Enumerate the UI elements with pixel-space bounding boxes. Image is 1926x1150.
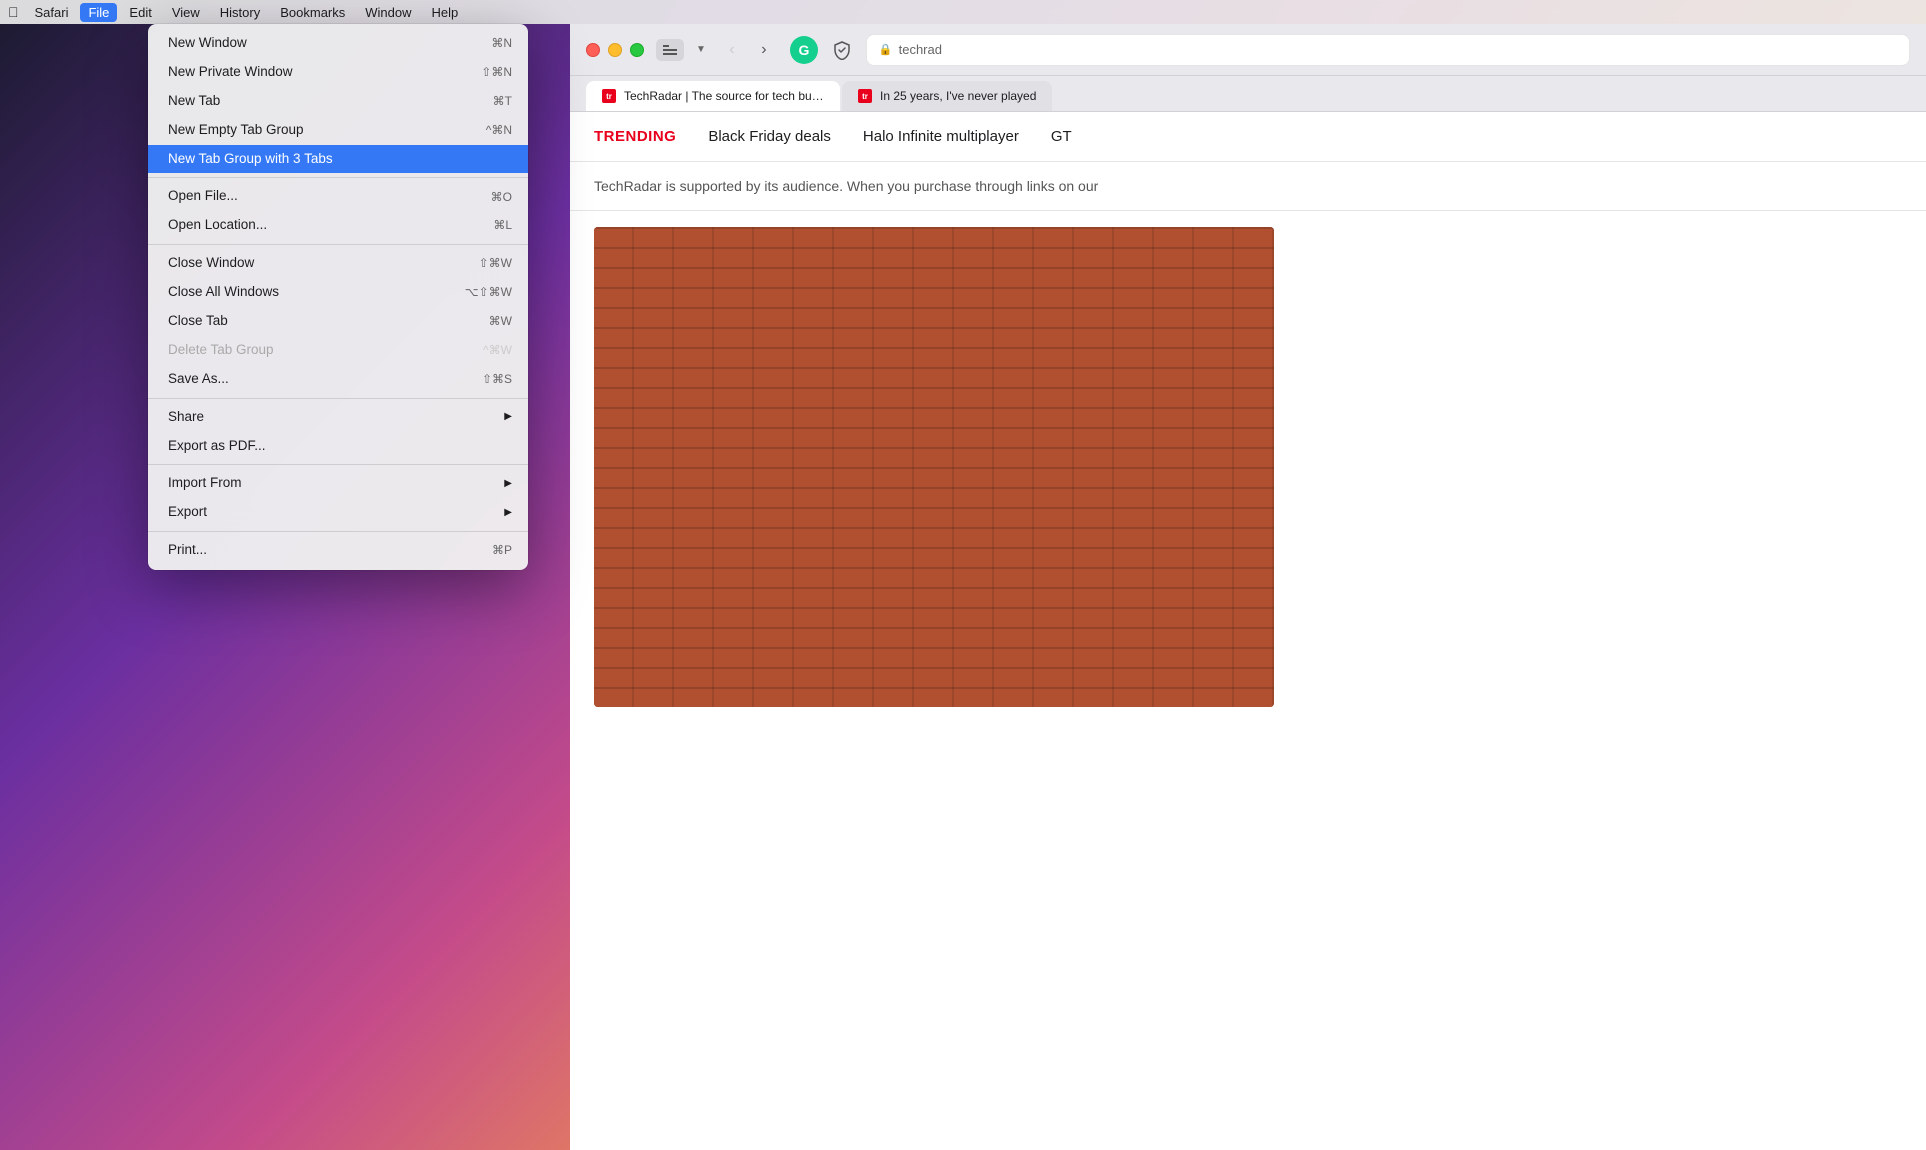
trending-label: TRENDING bbox=[594, 128, 676, 145]
trending-item-black-friday[interactable]: Black Friday deals bbox=[708, 128, 831, 145]
menu-item-export[interactable]: Export ▶ bbox=[148, 498, 528, 527]
menu-item-share[interactable]: Share ▶ bbox=[148, 403, 528, 432]
tab-label-2: In 25 years, I've never played bbox=[880, 89, 1036, 103]
back-button[interactable]: ‹ bbox=[718, 36, 746, 64]
tab-favicon-2: tr bbox=[858, 89, 872, 103]
menu-separator-5 bbox=[148, 531, 528, 532]
shield-icon[interactable] bbox=[830, 38, 854, 62]
minimize-button[interactable] bbox=[608, 43, 622, 57]
grammarly-icon[interactable]: G bbox=[790, 36, 818, 64]
history-menu[interactable]: History bbox=[212, 3, 268, 22]
address-text: techrad bbox=[899, 42, 942, 57]
tab-label-1: TechRadar | The source for tech buying a… bbox=[624, 89, 824, 103]
menu-item-new-empty-tab-group[interactable]: New Empty Tab Group ^⌘N bbox=[148, 116, 528, 145]
menu-item-save-as[interactable]: Save As... ⇧⌘S bbox=[148, 365, 528, 394]
menu-item-open-file[interactable]: Open File... ⌘O bbox=[148, 182, 528, 211]
safari-menu[interactable]: Safari bbox=[27, 3, 77, 22]
article-image-container bbox=[570, 211, 1926, 1150]
menu-item-delete-tab-group[interactable]: Delete Tab Group ^⌘W bbox=[148, 336, 528, 365]
forward-button[interactable]: › bbox=[750, 36, 778, 64]
window-menu[interactable]: Window bbox=[357, 3, 419, 22]
menu-bar:  Safari File Edit View History Bookmark… bbox=[0, 0, 1926, 24]
export-submenu-arrow: ▶ bbox=[504, 506, 512, 520]
help-menu[interactable]: Help bbox=[424, 3, 467, 22]
browser-toolbar: ▼ ‹ › G 🔒 techrad bbox=[570, 24, 1926, 76]
tab-group-chevron-icon[interactable]: ▼ bbox=[696, 44, 706, 55]
close-button[interactable] bbox=[586, 43, 600, 57]
trending-item-gt[interactable]: GT bbox=[1051, 128, 1072, 145]
menu-item-close-tab[interactable]: Close Tab ⌘W bbox=[148, 307, 528, 336]
sidebar-toggle-button[interactable] bbox=[656, 39, 684, 61]
file-menu[interactable]: File bbox=[80, 3, 117, 22]
trending-item-halo[interactable]: Halo Infinite multiplayer bbox=[863, 128, 1019, 145]
menu-item-new-tab-group-with-tabs[interactable]: New Tab Group with 3 Tabs bbox=[148, 145, 528, 174]
menu-item-close-all-windows[interactable]: Close All Windows ⌥⇧⌘W bbox=[148, 278, 528, 307]
sidebar-toggle-icon bbox=[663, 45, 677, 55]
file-dropdown-menu: New Window ⌘N New Private Window ⇧⌘N New… bbox=[148, 24, 528, 570]
share-submenu-arrow: ▶ bbox=[504, 410, 512, 424]
menu-separator-3 bbox=[148, 398, 528, 399]
menu-item-new-private-window[interactable]: New Private Window ⇧⌘N bbox=[148, 58, 528, 87]
edit-menu[interactable]: Edit bbox=[121, 3, 159, 22]
view-menu[interactable]: View bbox=[164, 3, 208, 22]
bookmarks-menu[interactable]: Bookmarks bbox=[272, 3, 353, 22]
menu-item-import-from[interactable]: Import From ▶ bbox=[148, 469, 528, 498]
apple-menu-icon[interactable]:  bbox=[8, 4, 19, 20]
traffic-lights bbox=[586, 43, 644, 57]
article-image-svg bbox=[594, 227, 1274, 707]
trending-bar: TRENDING Black Friday deals Halo Infinit… bbox=[570, 112, 1926, 162]
tab-2[interactable]: tr In 25 years, I've never played bbox=[842, 81, 1052, 111]
menu-separator-4 bbox=[148, 464, 528, 465]
nav-buttons: ‹ › bbox=[718, 36, 778, 64]
maximize-button[interactable] bbox=[630, 43, 644, 57]
menu-item-new-tab[interactable]: New Tab ⌘T bbox=[148, 87, 528, 116]
menu-separator-2 bbox=[148, 244, 528, 245]
address-lock-icon: 🔒 bbox=[879, 43, 893, 56]
menu-item-new-window[interactable]: New Window ⌘N bbox=[148, 29, 528, 58]
menu-item-export-pdf[interactable]: Export as PDF... bbox=[148, 432, 528, 461]
support-text: TechRadar is supported by its audience. … bbox=[570, 162, 1926, 211]
tab-favicon-1: tr bbox=[602, 89, 616, 103]
browser-window: ▼ ‹ › G 🔒 techrad tr TechRadar | The sou… bbox=[570, 24, 1926, 1150]
article-image bbox=[594, 227, 1274, 707]
menu-item-open-location[interactable]: Open Location... ⌘L bbox=[148, 211, 528, 240]
address-bar[interactable]: 🔒 techrad bbox=[866, 34, 1910, 66]
tab-bar: tr TechRadar | The source for tech buyin… bbox=[570, 76, 1926, 112]
page-content: TRENDING Black Friday deals Halo Infinit… bbox=[570, 112, 1926, 1150]
tab-1[interactable]: tr TechRadar | The source for tech buyin… bbox=[586, 81, 840, 111]
import-submenu-arrow: ▶ bbox=[504, 477, 512, 491]
menu-item-close-window[interactable]: Close Window ⇧⌘W bbox=[148, 249, 528, 278]
menu-item-print[interactable]: Print... ⌘P bbox=[148, 536, 528, 565]
menu-separator-1 bbox=[148, 177, 528, 178]
